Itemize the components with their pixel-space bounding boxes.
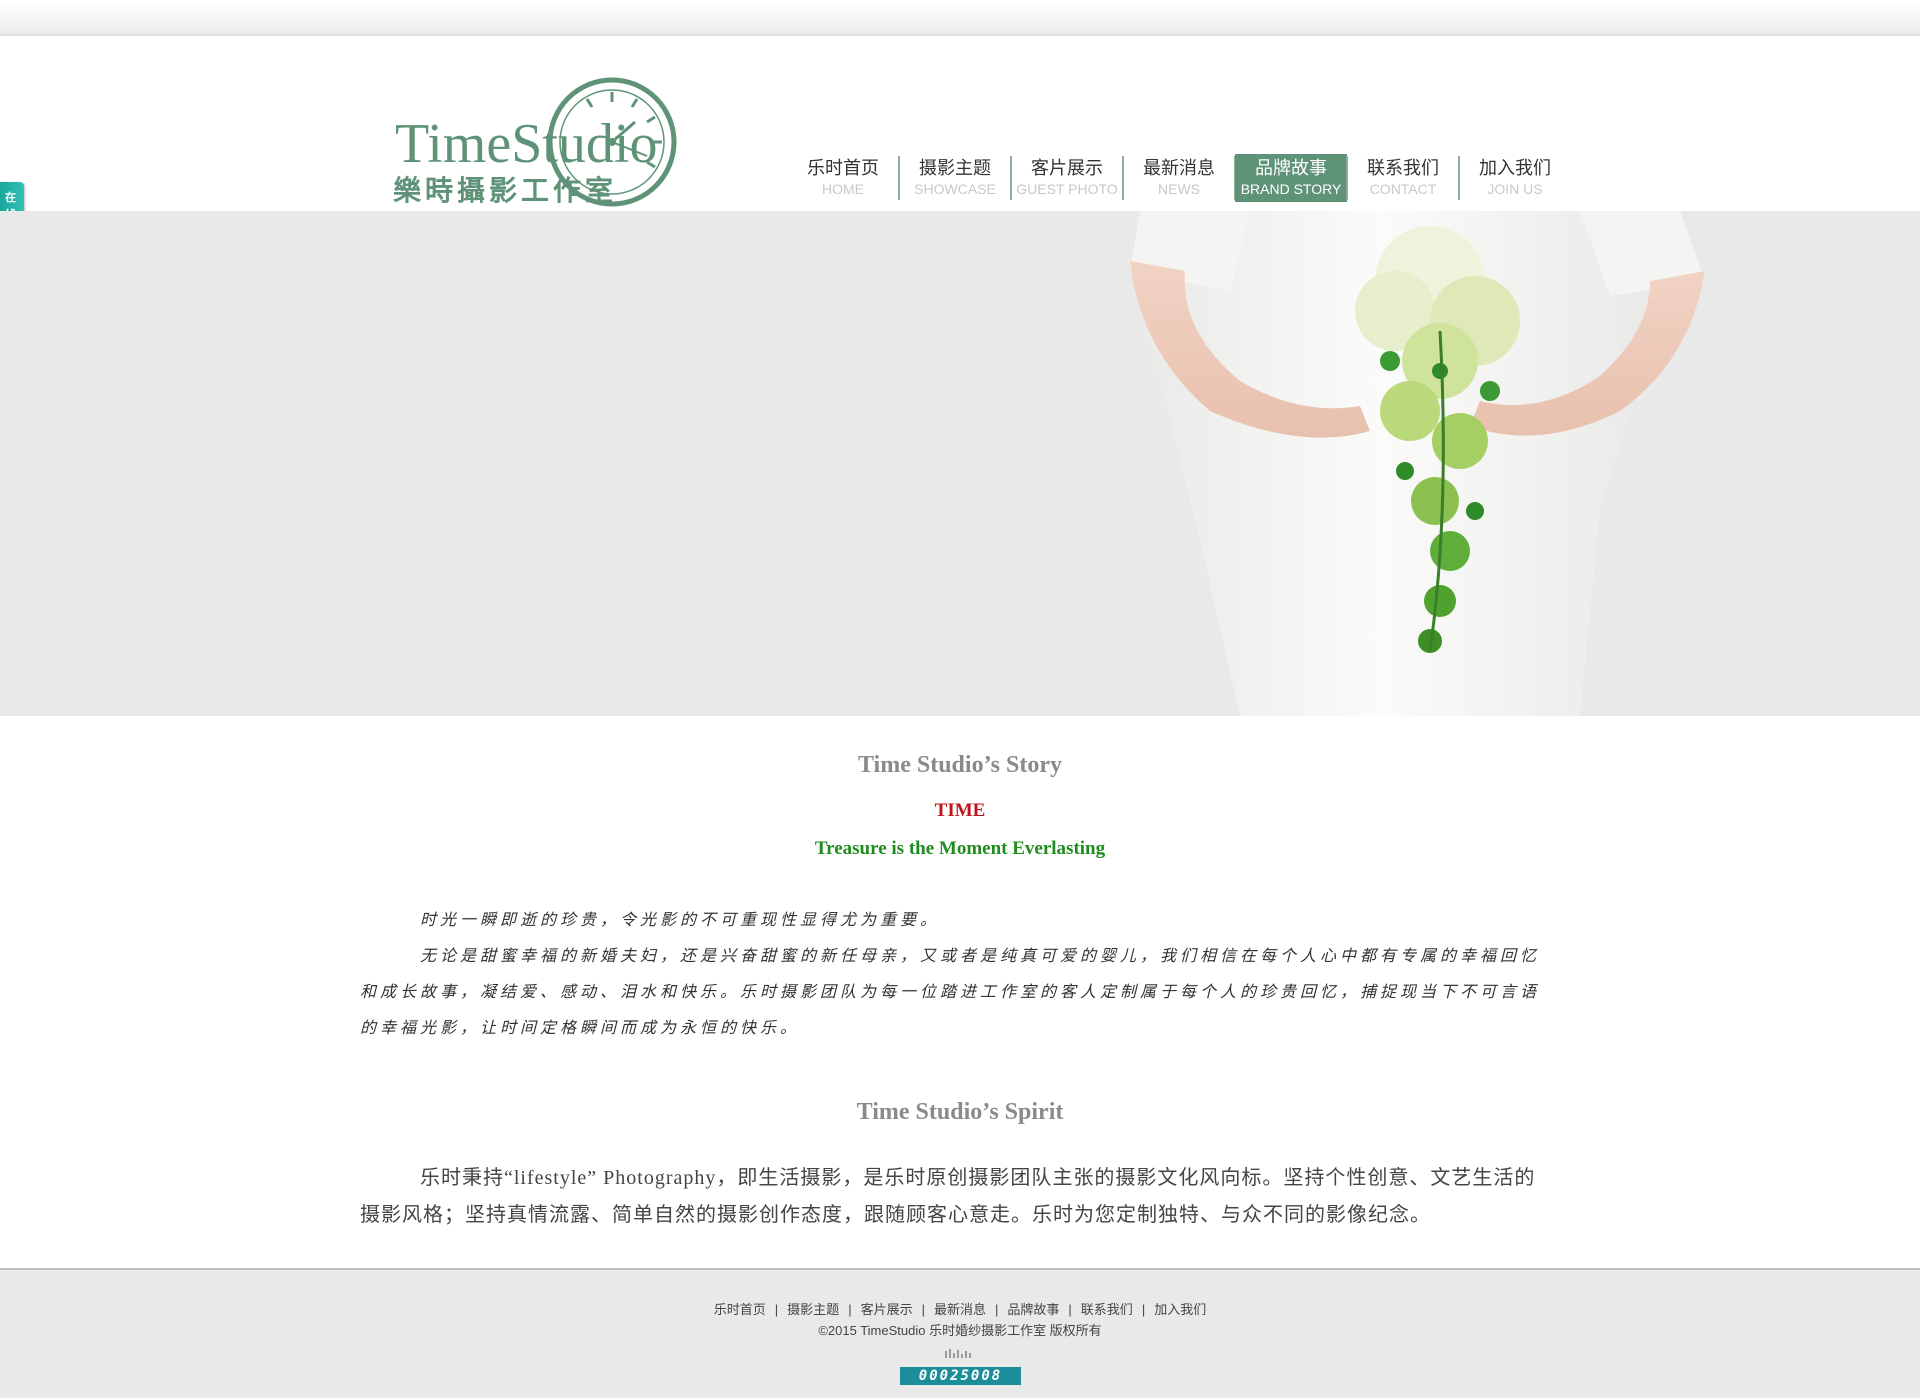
nav-label-cn: 联系我们 [1367,158,1439,178]
nav-label-cn: 加入我们 [1479,158,1551,178]
logo-text-cn: 樂時攝影工作室 [393,174,617,207]
time-label: TIME [934,800,986,821]
hero-banner [0,211,1920,716]
nav-label-en: HOME [822,181,864,197]
nav-label-en: NEWS [1158,181,1200,197]
copyright-text: ©2015 TimeStudio 乐时婚纱摄影工作室 版权所有 [818,1323,1102,1338]
footer-separator: | [774,1302,779,1317]
footer-separator: | [1068,1302,1072,1317]
nav-item-news[interactable]: 最新消息 NEWS [1123,154,1236,202]
footer-separator: | [1141,1302,1146,1317]
story-paragraph: 无论是甜蜜幸福的新婚夫妇，还是兴奋甜蜜的新任母亲，又或者是纯真可爱的婴儿，我们相… [360,946,1541,1037]
logo-text-en: TimeStudio [395,113,657,175]
nav-item-brand-story[interactable]: 品牌故事 BRAND STORY [1235,154,1348,202]
footer-link-contact[interactable]: 联系我们 [1081,1302,1133,1317]
visitor-counter: 00025008 [900,1367,1021,1385]
nav-label-en: SHOWCASE [914,181,996,197]
footer-separator: | [848,1302,852,1317]
stats-icon[interactable] [944,1348,974,1358]
footer-link-showcase[interactable]: 摄影主题 [787,1302,839,1317]
footer-link-brand-story[interactable]: 品牌故事 [1007,1302,1059,1317]
spirit-text: 乐时秉持“lifestyle” Photography，即生活摄影，是乐时原创摄… [360,1167,1536,1226]
nav-label-cn: 最新消息 [1143,158,1215,178]
nav-label-en: CONTACT [1369,181,1437,197]
nav-label-en: JOIN US [1487,181,1543,197]
story-text: 时光一瞬即逝的珍贵，令光影的不可重现性显得尤为重要。 无论是甜蜜幸福的新婚夫妇，… [360,902,1550,1046]
top-bar [0,0,1920,36]
spirit-heading: Time Studio’s Spirit [856,1099,1064,1125]
nav-label-cn: 品牌故事 [1255,158,1327,178]
footer-link-join-us[interactable]: 加入我们 [1154,1302,1206,1317]
nav-item-join-us[interactable]: 加入我们 JOIN US [1459,154,1571,202]
nav-item-home[interactable]: 乐时首页 HOME [787,154,900,202]
site-footer: 乐时首页 | 摄影主题 | 客片展示 | 最新消息 | 品牌故事 | 联系我们 | 加入我们 ©2015… [0,1268,1920,1398]
footer-separator: | [921,1302,925,1317]
nav-item-guest-photo[interactable]: 客片展示 GUEST PHOTO [1011,154,1124,202]
nav-item-showcase[interactable]: 摄影主题 SHOWCASE [899,154,1012,202]
main-nav: 乐时首页 HOME 摄影主题 SHOWCASE 客片展示 GUEST PHOTO… [787,154,1571,202]
nav-label-cn: 摄影主题 [919,158,991,178]
story-heading: Time Studio’s Story [857,752,1063,778]
nav-label-cn: 客片展示 [1031,158,1103,178]
tagline: Treasure is the Moment Everlasting [814,838,1106,859]
nav-label-en: GUEST PHOTO [1016,181,1118,197]
nav-label-en: BRAND STORY [1240,181,1342,197]
bride-bouquet-image [1120,211,1705,716]
footer-link-news[interactable]: 最新消息 [934,1302,986,1317]
nav-item-contact[interactable]: 联系我们 CONTACT [1347,154,1460,202]
timestudio-logo[interactable]: TimeStudio 樂時攝影工作室 [385,76,685,216]
footer-link-home[interactable]: 乐时首页 [714,1302,766,1317]
brand-story-content: Time Studio’s Story TIME Treasure is the… [0,716,1920,1268]
nav-label-cn: 乐时首页 [807,158,879,178]
footer-link-guest-photo[interactable]: 客片展示 [861,1302,913,1317]
footer-separator: | [995,1302,999,1317]
story-paragraph: 时光一瞬即逝的珍贵，令光影的不可重现性显得尤为重要。 [420,910,941,929]
site-header: TimeStudio 樂時攝影工作室 乐时首页 HOME 摄影主题 SHOWCA… [0,36,1920,211]
footer-nav: 乐时首页 | 摄影主题 | 客片展示 | 最新消息 | 品牌故事 | 联系我们 | 加入我们 [0,1299,1920,1318]
